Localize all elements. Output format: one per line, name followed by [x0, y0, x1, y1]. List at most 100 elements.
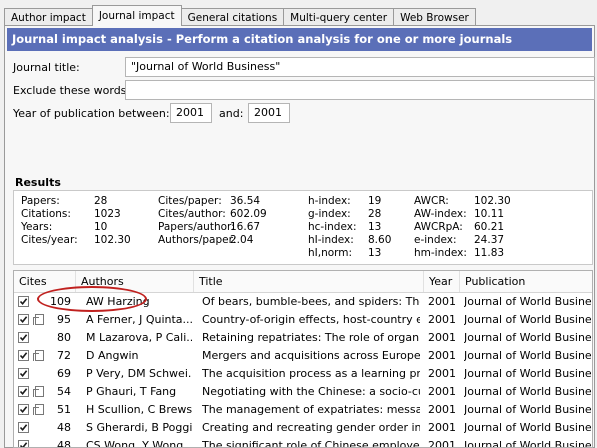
journal-title-input[interactable]: "Journal of World Business": [125, 57, 595, 77]
table-row[interactable]: 109 AW Harzing Of bears, bumble-bees, and …: [14, 293, 592, 311]
table-row[interactable]: 48 CS Wong, Y Wong,... The significant rol…: [14, 437, 592, 448]
stat-value: 102.30: [474, 195, 511, 207]
tab-journal-impact[interactable]: Journal impact: [91, 5, 182, 26]
checkmark-icon: [19, 316, 28, 324]
title-cell: Of bears, bumble-bees, and spiders: The …: [202, 295, 420, 308]
table-row[interactable]: 72 D Angwin Mergers and acquisitions acros…: [14, 347, 592, 365]
row-checkbox[interactable]: [18, 404, 29, 415]
cites-cell: 109: [50, 295, 71, 308]
title-cell: The management of expatriates: message..…: [202, 403, 420, 416]
stat-label: Authors/paper:: [158, 234, 237, 246]
year-cell: 2001: [428, 421, 456, 434]
document-icon[interactable]: [33, 386, 44, 397]
authors-cell: S Gherardi, B Poggio: [86, 421, 192, 434]
publication-cell: Journal of World Business: [464, 421, 592, 434]
row-checkbox[interactable]: [18, 386, 29, 397]
stat-value: 1023: [94, 208, 121, 220]
cites-cell: 54: [57, 385, 71, 398]
tab-multi-query-center[interactable]: Multi-query center: [283, 8, 395, 26]
year-cell: 2001: [428, 295, 456, 308]
stat-value: 60.21: [474, 221, 505, 233]
year-cell: 2001: [428, 331, 456, 344]
document-icon[interactable]: [33, 350, 44, 361]
exclude-words-label: Exclude these words:: [13, 84, 131, 97]
tab-general-citations[interactable]: General citations: [180, 8, 285, 26]
authors-cell: CS Wong, Y Wong,...: [86, 439, 192, 448]
stat-value: 10: [94, 221, 108, 233]
stat-value: 36.54: [230, 195, 261, 207]
row-checkbox[interactable]: [18, 368, 29, 379]
cites-cell: 95: [57, 313, 71, 326]
stat-value: 28: [94, 195, 108, 207]
panel-banner: Journal impact analysis - Perform a cita…: [7, 28, 592, 51]
year-to-input[interactable]: 2001: [248, 103, 290, 123]
table-row[interactable]: 54 P Ghauri, T Fang Negotiating with the C…: [14, 383, 592, 401]
stat-value: 24.37: [474, 234, 505, 246]
authors-cell: AW Harzing: [86, 295, 150, 308]
stat-value: 19: [368, 195, 382, 207]
authors-cell: M Lazarova, P Cali...: [86, 331, 192, 344]
document-icon[interactable]: [33, 314, 44, 325]
journal-impact-panel: Journal impact analysis - Perform a cita…: [4, 25, 595, 448]
year-from-input[interactable]: 2001: [170, 103, 212, 123]
table-row[interactable]: 80 M Lazarova, P Cali... Retaining repatri…: [14, 329, 592, 347]
checkmark-icon: [19, 442, 28, 447]
stat-value: 16.67: [230, 221, 261, 233]
stat-label: Papers/author:: [158, 221, 235, 233]
row-checkbox[interactable]: [18, 350, 29, 361]
table-header: Cites Authors Title Year Publication: [14, 271, 592, 293]
authors-cell: D Angwin: [86, 349, 139, 362]
publication-cell: Journal of World Business: [464, 439, 592, 448]
cites-cell: 48: [57, 439, 71, 448]
authors-cell: P Ghauri, T Fang: [86, 385, 177, 398]
stat-value: 8.60: [368, 234, 392, 246]
stat-value: 28: [368, 208, 382, 220]
title-cell: The acquisition process as a learning pr…: [202, 367, 420, 380]
cites-cell: 72: [57, 349, 71, 362]
title-cell: The significant role of Chinese employee…: [202, 439, 420, 448]
stat-label: Citations:: [21, 208, 71, 220]
stat-label: AWCRpA:: [414, 221, 463, 233]
row-checkbox[interactable]: [18, 422, 29, 433]
publication-cell: Journal of World Business: [464, 385, 592, 398]
results-table: Cites Authors Title Year Publication 109…: [13, 270, 593, 448]
col-header-cites[interactable]: Cites: [14, 271, 76, 292]
row-checkbox[interactable]: [18, 440, 29, 447]
stat-label: g-index:: [308, 208, 351, 220]
row-checkbox[interactable]: [18, 314, 29, 325]
col-header-title[interactable]: Title: [194, 271, 424, 292]
checkmark-icon: [19, 388, 28, 396]
col-header-authors[interactable]: Authors: [76, 271, 194, 292]
authors-cell: H Scullion, C Brews...: [86, 403, 192, 416]
row-checkbox[interactable]: [18, 296, 29, 307]
publication-cell: Journal of World Business: [464, 349, 592, 362]
stat-value: 2.04: [230, 234, 254, 246]
and-label: and:: [219, 107, 244, 120]
exclude-words-input[interactable]: [125, 80, 595, 100]
stat-label: hm-index:: [414, 247, 467, 259]
results-heading: Results: [15, 176, 61, 189]
col-header-year[interactable]: Year: [424, 271, 460, 292]
cites-cell: 80: [57, 331, 71, 344]
checkmark-icon: [19, 370, 28, 378]
stat-label: hc-index:: [308, 221, 357, 233]
year-cell: 2001: [428, 367, 456, 380]
table-row[interactable]: 69 P Very, DM Schwei... The acquisition pr…: [14, 365, 592, 383]
cites-cell: 51: [57, 403, 71, 416]
document-icon[interactable]: [33, 404, 44, 415]
stat-label: hI-index:: [308, 234, 354, 246]
tab-bar: Author impact Journal impact General cit…: [4, 5, 476, 26]
col-header-publication[interactable]: Publication: [460, 271, 592, 292]
checkmark-icon: [19, 334, 28, 342]
stat-label: AWCR:: [414, 195, 449, 207]
stat-value: 13: [368, 221, 382, 233]
tab-author-impact[interactable]: Author impact: [4, 8, 93, 26]
table-row[interactable]: 95 A Ferner, J Quinta... Country-of-origin…: [14, 311, 592, 329]
tab-web-browser[interactable]: Web Browser: [393, 8, 476, 26]
table-row[interactable]: 48 S Gherardi, B Poggio Creating and recre…: [14, 419, 592, 437]
stat-label: AW-index:: [414, 208, 467, 220]
stat-value: 102.30: [94, 234, 131, 246]
table-row[interactable]: 51 H Scullion, C Brews... The management o…: [14, 401, 592, 419]
publication-cell: Journal of World Business: [464, 295, 592, 308]
row-checkbox[interactable]: [18, 332, 29, 343]
